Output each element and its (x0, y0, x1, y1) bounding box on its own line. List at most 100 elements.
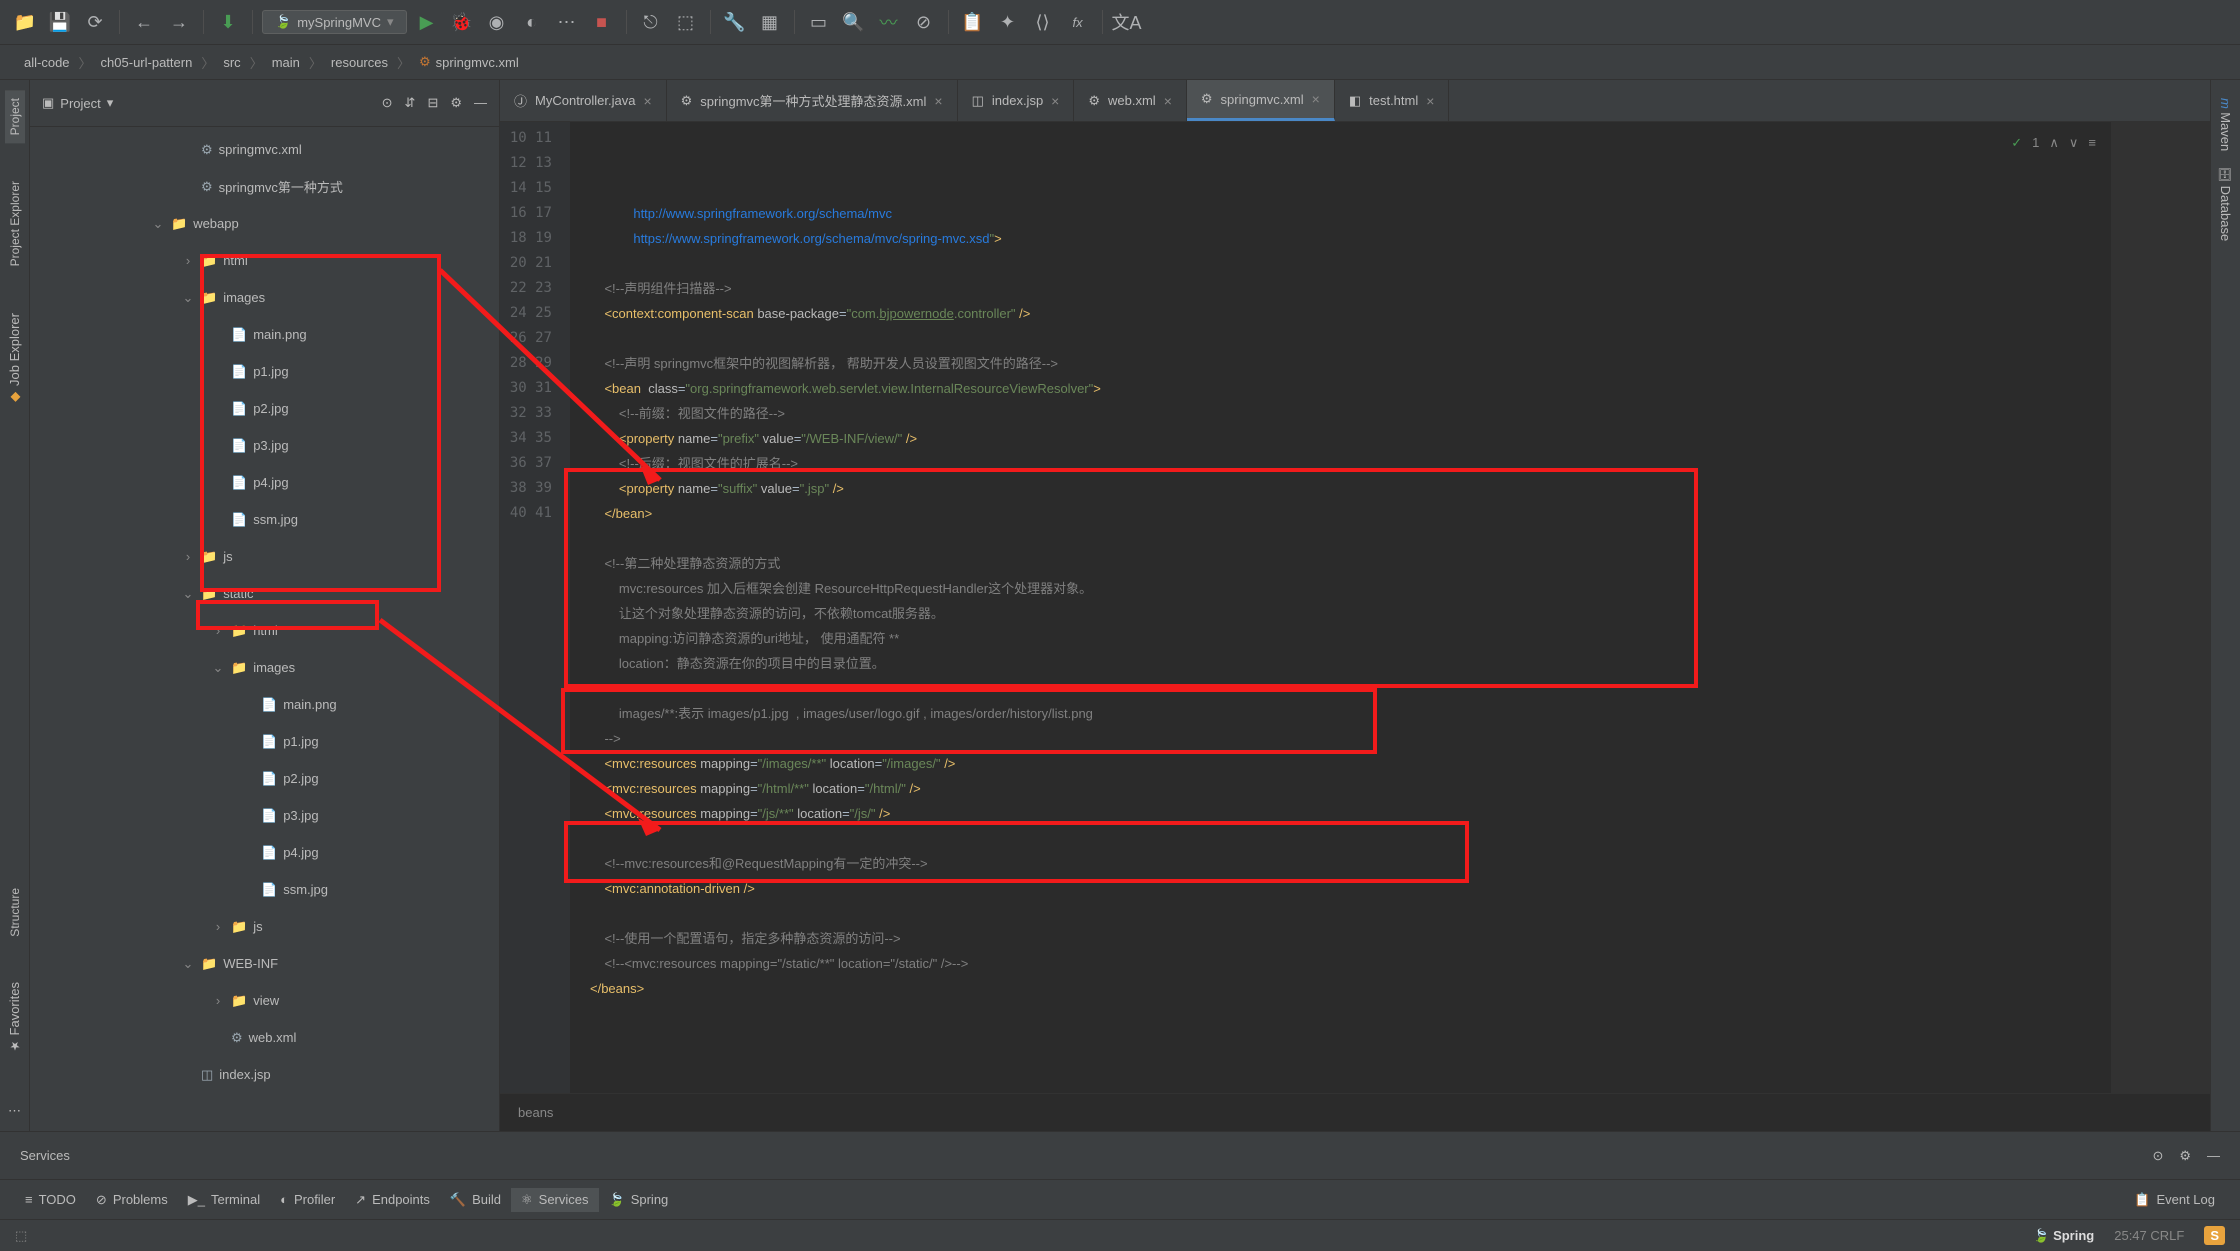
code-editor[interactable]: ✓1 ∧∨≡ http://www.springframework.org/sc… (570, 122, 2110, 1093)
breadcrumb-item[interactable]: main (266, 53, 306, 72)
tree-item[interactable]: ◫index.jsp (30, 1056, 499, 1093)
tree-item[interactable]: 📄p1.jpg (30, 723, 499, 760)
close-icon[interactable]: × (1426, 93, 1434, 109)
plus-icon[interactable]: ✦ (993, 7, 1023, 37)
left-tab-project-explorer[interactable]: Project Explorer (5, 173, 25, 274)
bottom-tab[interactable]: ≡TODO (15, 1188, 86, 1212)
breadcrumb-item[interactable]: src (217, 53, 246, 72)
tree-item[interactable]: ›📁html (30, 242, 499, 279)
inspection-widget[interactable]: ✓1 ∧∨≡ (2011, 130, 2096, 155)
bottom-tab[interactable]: ↗Endpoints (345, 1188, 440, 1212)
right-tab-database[interactable]: 🗄 Database (2215, 159, 2236, 249)
cube-icon[interactable]: ⬚ (671, 7, 701, 37)
forward-icon[interactable]: → (164, 7, 194, 37)
bottom-tab[interactable]: ⊘Problems (86, 1188, 178, 1212)
left-tab-job-explorer[interactable]: ◆ Job Explorer (4, 305, 25, 412)
tree-item[interactable]: 📄main.png (30, 316, 499, 353)
right-tab-maven[interactable]: m Maven (2215, 90, 2236, 159)
back-icon[interactable]: ← (129, 7, 159, 37)
bottom-tab[interactable]: ▶_Terminal (178, 1188, 270, 1212)
gear-icon[interactable]: ⚙ (450, 95, 462, 111)
tree-item[interactable]: ⚙springmvc.xml (30, 131, 499, 168)
fx-icon[interactable]: fx (1063, 7, 1093, 37)
build-icon[interactable]: ⬇ (213, 7, 243, 37)
bottom-tab[interactable]: 🔨Build (440, 1188, 511, 1212)
tree-item[interactable]: ›📁js (30, 908, 499, 945)
project-tree[interactable]: ⚙springmvc.xml⚙springmvc第一种方式⌄📁webapp›📁h… (30, 127, 499, 1131)
tree-item[interactable]: ›📁view (30, 982, 499, 1019)
search-icon[interactable]: 🔍 (839, 7, 869, 37)
vcs-icon[interactable]: ⎋ (636, 7, 666, 37)
close-icon[interactable]: × (1312, 91, 1320, 107)
tree-item[interactable]: 📄p1.jpg (30, 353, 499, 390)
breadcrumb-item[interactable]: ⚙ springmvc.xml (413, 52, 525, 72)
stop-icon[interactable]: ■ (587, 7, 617, 37)
tree-item[interactable]: 📄p2.jpg (30, 760, 499, 797)
tree-item[interactable]: 📄p3.jpg (30, 797, 499, 834)
services-gear-icon[interactable]: ⚙ (2179, 1148, 2191, 1164)
editor-tab[interactable]: ◫index.jsp× (958, 80, 1075, 121)
debug-icon[interactable]: 🐞 (447, 7, 477, 37)
save-icon[interactable]: 💾 (45, 7, 75, 37)
open-icon[interactable]: 📁 (10, 7, 40, 37)
breadcrumb-item[interactable]: all-code (18, 53, 76, 72)
close-icon[interactable]: × (1164, 93, 1172, 109)
run-config-selector[interactable]: 🍃 mySpringMVC ▾ (262, 10, 407, 34)
run-icon[interactable]: ▶ (412, 7, 442, 37)
close-icon[interactable]: × (934, 93, 942, 109)
sidebar-title[interactable]: ▣ Project ▾ (42, 95, 372, 111)
left-tab-project[interactable]: Project (5, 90, 25, 143)
close-icon[interactable]: × (1051, 93, 1059, 109)
tree-item[interactable]: ⌄📁images (30, 279, 499, 316)
left-tab-favorites[interactable]: ★ Favorites (4, 974, 25, 1061)
hide-icon[interactable]: — (474, 95, 487, 111)
event-log-button[interactable]: 📋 Event Log (2124, 1188, 2225, 1212)
refresh-icon[interactable]: ⟳ (80, 7, 110, 37)
editor-tab[interactable]: ⚙web.xml× (1074, 80, 1187, 121)
block-icon[interactable]: ⊘ (909, 7, 939, 37)
tree-item[interactable]: ⌄📁images (30, 649, 499, 686)
bottom-tab[interactable]: ⚛Services (511, 1188, 599, 1212)
tree-item[interactable]: 📄main.png (30, 686, 499, 723)
tree-item[interactable]: ⌄📁webapp (30, 205, 499, 242)
editor-tab[interactable]: ⚙springmvc第一种方式处理静态资源.xml× (667, 80, 958, 121)
clipboard-icon[interactable]: 📋 (958, 7, 988, 37)
editor-tab[interactable]: ◧test.html× (1335, 80, 1450, 121)
tree-item[interactable]: ⚙web.xml (30, 1019, 499, 1056)
editor-breadcrumb[interactable]: beans (500, 1093, 2210, 1131)
tree-item[interactable]: 📄p4.jpg (30, 464, 499, 501)
profile-icon[interactable]: ◐ (517, 7, 547, 37)
tree-item[interactable]: 📄p2.jpg (30, 390, 499, 427)
wrench-icon[interactable]: 🔧 (720, 7, 750, 37)
attach-icon[interactable]: ⋯ (552, 7, 582, 37)
more-icon[interactable]: ▦ (755, 7, 785, 37)
bottom-tab[interactable]: 🍃Spring (599, 1188, 679, 1212)
tree-item[interactable]: 📄ssm.jpg (30, 501, 499, 538)
services-target-icon[interactable]: ⊙ (2152, 1148, 2163, 1164)
editor-tab[interactable]: ⚙springmvc.xml× (1187, 80, 1335, 121)
left-tab-structure[interactable]: Structure (5, 880, 25, 945)
bottom-tab[interactable]: ◐Profiler (270, 1188, 345, 1212)
chart-icon[interactable]: 〰 (874, 7, 904, 37)
coverage-icon[interactable]: ◉ (482, 7, 512, 37)
layout-icon[interactable]: ▭ (804, 7, 834, 37)
tree-item[interactable]: ⌄📁WEB-INF (30, 945, 499, 982)
tree-item[interactable]: ›📁html (30, 612, 499, 649)
tree-item[interactable]: 📄ssm.jpg (30, 871, 499, 908)
services-hide-icon[interactable]: — (2207, 1148, 2220, 1164)
translate-icon[interactable]: 文A (1112, 7, 1142, 37)
editor-tab[interactable]: ⒿMyController.java× (500, 80, 667, 121)
tree-item[interactable]: 📄p3.jpg (30, 427, 499, 464)
breadcrumb-item[interactable]: ch05-url-pattern (95, 53, 199, 72)
tree-item[interactable]: ⌄📁static (30, 575, 499, 612)
expand-icon[interactable]: ⇵ (405, 95, 416, 111)
bracket-icon[interactable]: ⟨⟩ (1028, 7, 1058, 37)
tree-item[interactable]: ⚙springmvc第一种方式 (30, 168, 499, 205)
breadcrumb-item[interactable]: resources (325, 53, 394, 72)
close-icon[interactable]: × (643, 93, 651, 109)
tree-item[interactable]: 📄p4.jpg (30, 834, 499, 871)
tree-item[interactable]: ›📁js (30, 538, 499, 575)
collapse-icon[interactable]: ⊟ (427, 95, 438, 111)
target-icon[interactable]: ⊙ (382, 95, 393, 111)
minimap[interactable] (2110, 122, 2210, 1093)
